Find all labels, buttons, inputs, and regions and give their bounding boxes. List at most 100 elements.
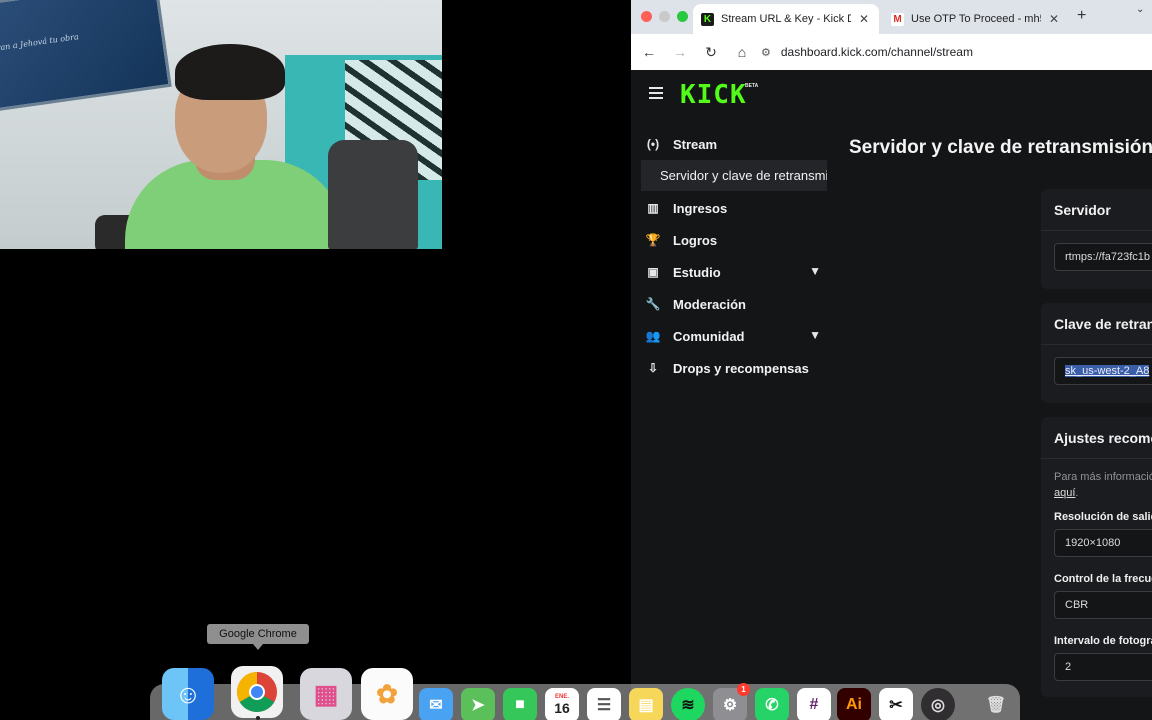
stream-key-card: Clave de retransmisión sk_us-west-2_A8 [1041, 303, 1152, 403]
recommended-settings-card: Ajustes recomendados Para más informació… [1041, 417, 1152, 697]
finder-icon[interactable]: ☺ [162, 668, 214, 720]
field-value: rtmps://fa723fc1b [1065, 251, 1150, 263]
system-settings-icon[interactable]: ⚙ 1 [713, 683, 750, 720]
facetime-icon[interactable]: ■ [503, 688, 537, 720]
launchpad-icon[interactable]: ▦ [300, 668, 352, 720]
stream-key-field[interactable]: sk_us-west-2_A8 [1054, 357, 1152, 385]
bar-chart-icon: ▥ [647, 201, 659, 215]
calendar-icon[interactable]: ENE. 16 [545, 688, 579, 720]
chevron-down-icon[interactable]: ▼ [809, 264, 821, 278]
sidebar-item-label: Comunidad [673, 328, 745, 344]
close-tab-icon[interactable]: ✕ [1049, 12, 1059, 26]
card-title: Ajustes recomendados [1041, 417, 1152, 459]
card-title: Clave de retransmisión [1041, 303, 1152, 345]
reminders-icon[interactable]: ☰ [587, 688, 621, 720]
sidebar-subitem-stream-key[interactable]: Servidor y clave de retransmisión [641, 160, 827, 191]
field-value: sk_us-west-2_A8 [1065, 365, 1150, 377]
wall-poster: ran a Jehová tu obra [0, 0, 172, 113]
more-info-link[interactable]: aquí [1054, 487, 1075, 499]
sidebar-item-drops[interactable]: ⇩ Drops y recompensas [645, 356, 825, 380]
browser-window: K Stream URL & Key - Kick Das ✕ M Use OT… [631, 0, 1152, 720]
reload-icon[interactable]: ↻ [698, 39, 724, 65]
person-hair [175, 44, 285, 100]
field-label: Control de la frecuencia [1054, 573, 1152, 585]
server-card: Servidor rtmps://fa723fc1b [1041, 189, 1152, 289]
tab-kick-stream[interactable]: K Stream URL & Key - Kick Das ✕ [693, 4, 879, 34]
notes-icon[interactable]: ▤ [629, 688, 663, 720]
sidebar-item-moderacion[interactable]: 🔧 Moderación [645, 292, 825, 316]
capcut-icon[interactable]: ✂ [879, 688, 913, 720]
sidebar-item-comunidad[interactable]: 👥 Comunidad ▼ [645, 324, 825, 348]
sidebar-item-label: Ingresos [673, 200, 728, 216]
water-jug [328, 140, 418, 249]
photos-icon[interactable]: ✿ [361, 668, 413, 720]
obs-icon[interactable]: ◎ [921, 688, 955, 720]
webcam-overlay: ran a Jehová tu obra [0, 0, 442, 249]
sidebar-item-label: Estudio [673, 264, 721, 280]
spotify-icon[interactable]: ≋ [671, 688, 705, 720]
field-label: Resolución de salida [1054, 511, 1152, 523]
broadcast-icon: (•) [646, 137, 660, 151]
browser-toolbar: ← → ↻ ⌂ ⚙ dashboard.kick.com/channel/str… [631, 34, 1152, 70]
sidebar-item-estudio[interactable]: ▣ Estudio ▼ [645, 260, 825, 284]
slack-icon[interactable]: # [797, 688, 831, 720]
sidebar-item-logros[interactable]: 🏆 Logros [645, 228, 825, 252]
field-value: 2 [1065, 661, 1072, 673]
zoom-window-button[interactable] [677, 11, 688, 22]
close-tab-icon[interactable]: ✕ [859, 12, 869, 26]
menu-icon[interactable] [649, 87, 663, 99]
site-settings-icon[interactable]: ⚙ [761, 46, 771, 59]
maps-icon[interactable]: ➤ [461, 688, 495, 720]
page-title: Servidor y clave de retransmisión [849, 137, 1152, 158]
rate-control-field[interactable]: CBR [1054, 591, 1152, 619]
poster-text: ran a Jehová tu obra [0, 32, 80, 53]
whatsapp-icon[interactable]: ✆ [755, 688, 789, 720]
community-icon: 👥 [645, 329, 661, 343]
chrome-logo [237, 672, 277, 712]
chevron-down-icon[interactable]: ▼ [809, 328, 821, 342]
running-indicator [256, 716, 260, 720]
minimize-window-button[interactable] [659, 11, 670, 22]
mail-icon[interactable]: ✉ [419, 688, 453, 720]
tab-gmail-otp[interactable]: M Use OTP To Proceed - mh513 ✕ [883, 4, 1069, 34]
tab-search-icon[interactable]: ⌄ [1136, 4, 1144, 15]
new-tab-button[interactable]: + [1077, 7, 1086, 25]
field-value: CBR [1065, 599, 1089, 611]
gmail-favicon: M [891, 12, 904, 26]
resolution-field[interactable]: 1920×1080 [1054, 529, 1152, 557]
url-text: dashboard.kick.com/channel/stream [780, 45, 973, 59]
sidebar-item-label: Stream [673, 136, 718, 152]
notification-badge: 1 [737, 683, 750, 696]
calendar-day: 16 [554, 700, 570, 716]
field-label: Intervalo de fotogramas [1054, 635, 1152, 647]
field-value: 1920×1080 [1065, 537, 1121, 549]
illustrator-icon[interactable]: Ai [837, 688, 871, 720]
server-url-field[interactable]: rtmps://fa723fc1b [1054, 243, 1152, 271]
home-icon[interactable]: ⌂ [729, 39, 755, 65]
card-title: Servidor [1041, 189, 1152, 231]
sidebar-item-label: Logros [673, 232, 718, 248]
drops-icon: ⇩ [647, 361, 659, 375]
trash-icon[interactable]: 🗑 [979, 688, 1013, 720]
sidebar-item-stream[interactable]: (•) Stream [645, 132, 825, 156]
back-arrow-icon[interactable]: ← [636, 39, 662, 65]
chrome-icon[interactable] [231, 666, 283, 718]
keyframe-interval-field[interactable]: 2 [1054, 653, 1152, 681]
sidebar-item-ingresos[interactable]: ▥ Ingresos [645, 196, 825, 220]
screen: ran a Jehová tu obra K Stream URL & Key … [0, 0, 1152, 720]
wrench-icon: 🔧 [645, 297, 661, 311]
kick-favicon: K [701, 12, 714, 26]
dock-tooltip: Google Chrome [207, 624, 309, 650]
kick-logo[interactable]: KICK [680, 82, 747, 108]
address-bar[interactable]: ⚙ dashboard.kick.com/channel/stream [761, 39, 1152, 65]
sidebar-item-label: Drops y recompensas [673, 360, 809, 376]
close-window-button[interactable] [641, 11, 652, 22]
forward-arrow-icon[interactable]: → [667, 39, 693, 65]
tab-title: Use OTP To Proceed - mh513 [911, 13, 1041, 25]
beta-badge: BETA [745, 83, 759, 89]
period: . [1075, 487, 1079, 499]
kick-dashboard: KICK BETA (•) Stream Servidor y clave de… [631, 70, 1152, 720]
sidebar-item-label: Moderación [673, 296, 746, 312]
helper-text: Para más información [1054, 471, 1152, 483]
tab-title: Stream URL & Key - Kick Das [721, 13, 851, 25]
